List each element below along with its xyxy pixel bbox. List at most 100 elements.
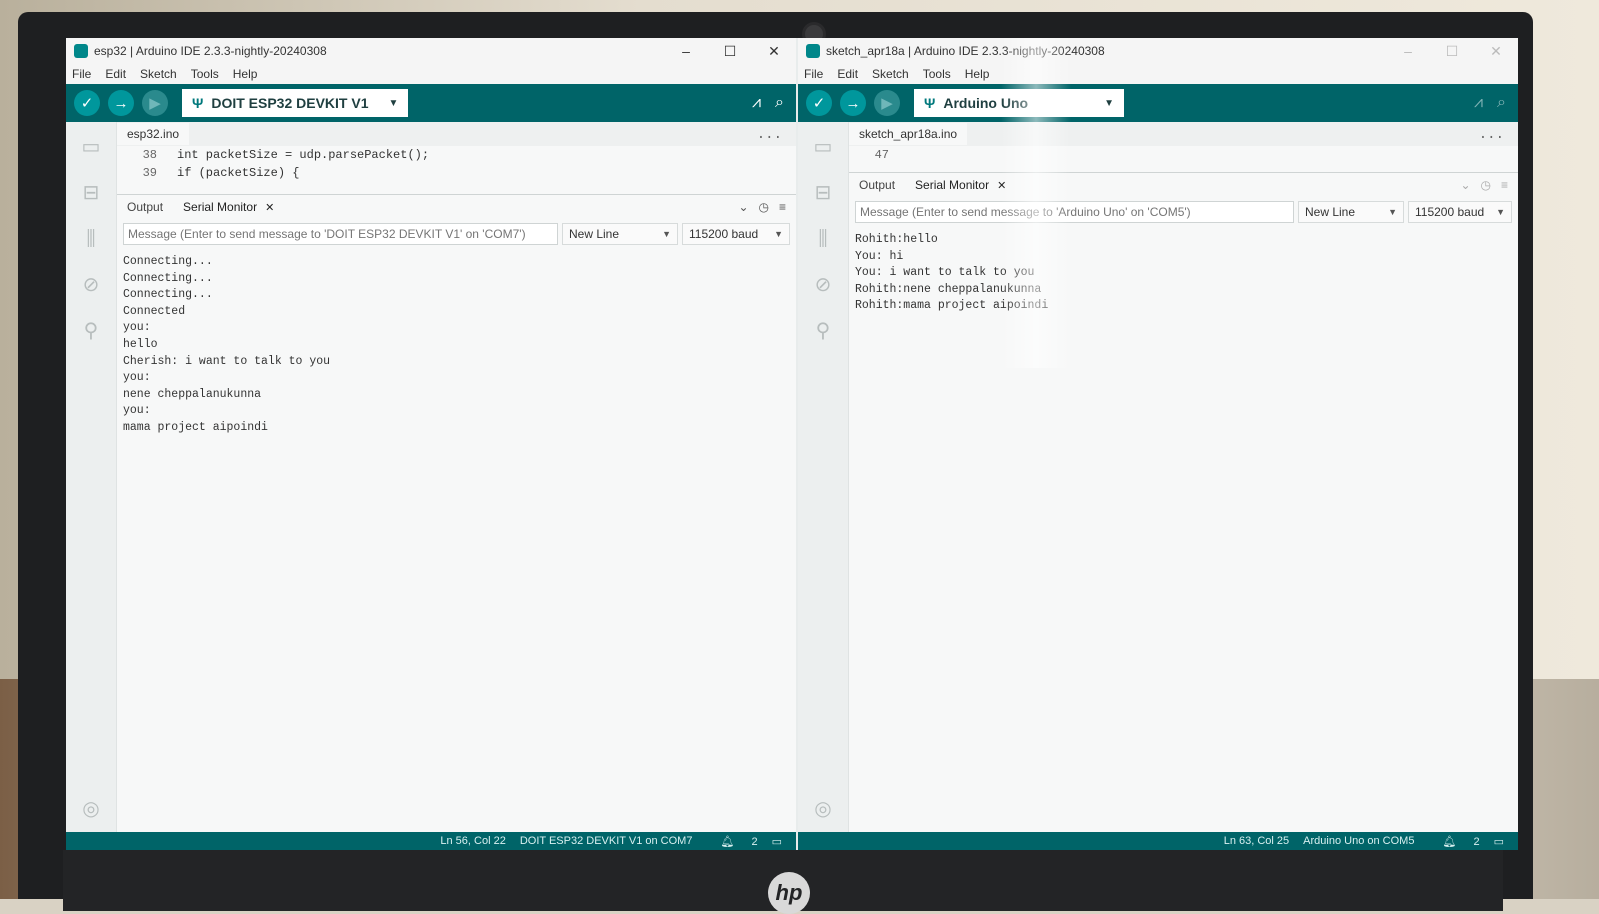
upload-button[interactable]: → — [840, 90, 866, 116]
line-ending-select[interactable]: New Line ▼ — [562, 223, 678, 245]
menu-help[interactable]: Help — [965, 67, 990, 81]
hp-logo: hp — [768, 872, 810, 914]
upload-button[interactable]: → — [108, 90, 134, 116]
menu-sketch[interactable]: Sketch — [872, 67, 909, 81]
line-ending-select[interactable]: New Line ▼ — [1298, 201, 1404, 223]
serial-plotter-icon[interactable]: ⩘ — [752, 94, 761, 112]
serial-line: Rohith:mama project aipoindi — [855, 299, 1049, 313]
timestamp-icon[interactable]: ◷ — [1481, 178, 1491, 192]
search-icon[interactable]: ⚲ — [810, 318, 836, 344]
chevron-down-icon: ▼ — [662, 229, 671, 239]
menu-sketch[interactable]: Sketch — [140, 67, 177, 81]
baud-rate-value: 115200 baud — [1415, 205, 1485, 219]
tab-output[interactable]: Output — [117, 200, 173, 214]
line-ending-value: New Line — [1305, 205, 1356, 219]
minimize-button[interactable]: – — [664, 43, 708, 60]
status-bar: Ln 63, Col 25 Arduino Uno on COM5 🔔︎ 2 ▭ — [798, 832, 1518, 850]
timestamp-icon[interactable]: ◷ — [759, 200, 769, 214]
file-tab[interactable]: sketch_apr18a.ino — [849, 123, 968, 145]
folder-icon[interactable]: ▭ — [78, 134, 104, 160]
baud-rate-select[interactable]: 115200 baud ▼ — [1408, 201, 1512, 223]
menu-bar: File Edit Sketch Tools Help — [798, 64, 1518, 84]
menu-edit[interactable]: Edit — [105, 67, 126, 81]
activity-sidebar: ▭ ⊟ ⫼ ⊘ ⚲ ◎ — [66, 122, 117, 832]
search-icon[interactable]: ⚲ — [78, 318, 104, 344]
board-port-status[interactable]: DOIT ESP32 DEVKIT V1 on COM7 — [520, 835, 693, 847]
serial-monitor-icon[interactable]: ⌕ — [775, 94, 784, 112]
cursor-position[interactable]: Ln 56, Col 22 — [440, 835, 505, 847]
notification-count-value: 2 — [751, 835, 758, 848]
code-editor[interactable]: ··· 47 — [849, 130, 1518, 173]
menu-tools[interactable]: Tools — [191, 67, 219, 81]
baud-rate-select[interactable]: 115200 baud ▼ — [682, 223, 790, 245]
serial-monitor-icon[interactable]: ⌕ — [1497, 94, 1506, 112]
file-tab[interactable]: esp32.ino — [117, 123, 190, 145]
menu-help[interactable]: Help — [233, 67, 258, 81]
minimize-button[interactable]: – — [1386, 43, 1430, 60]
account-icon[interactable]: ◎ — [78, 796, 104, 822]
toolbar: ✓ → ▶ Ψ Arduino Uno ▼ ⩘ ⌕ — [798, 84, 1518, 122]
cursor-position[interactable]: Ln 63, Col 25 — [1224, 835, 1289, 847]
board-selector[interactable]: Ψ Arduino Uno ▼ — [914, 89, 1124, 117]
debug-ban-icon[interactable]: ⊘ — [810, 272, 836, 298]
notification-count[interactable]: 🔔︎ 2 — [706, 835, 757, 848]
bell-icon: 🔔︎ — [1442, 835, 1457, 848]
message-input[interactable] — [855, 201, 1294, 223]
clear-output-icon[interactable]: ≡ — [1501, 178, 1508, 192]
maximize-button[interactable]: ☐ — [1430, 43, 1474, 60]
debug-button[interactable]: ▶ — [874, 90, 900, 116]
more-options-icon[interactable]: ··· — [757, 130, 782, 146]
serial-line: you: — [123, 371, 151, 385]
board-port-status[interactable]: Arduino Uno on COM5 — [1303, 835, 1414, 847]
code-text: int packetSize = udp.parsePacket(); — [177, 148, 430, 162]
message-input[interactable] — [123, 223, 558, 245]
more-options-icon[interactable]: ··· — [1479, 130, 1504, 146]
panel-tabs: Output Serial Monitor ✕ ⌄ ◷ ≡ — [117, 195, 796, 219]
boards-manager-icon[interactable]: ⊟ — [810, 180, 836, 206]
notification-count[interactable]: 🔔︎ 2 — [1428, 835, 1479, 848]
debug-button[interactable]: ▶ — [142, 90, 168, 116]
tab-serial-monitor-label: Serial Monitor — [915, 178, 990, 192]
serial-line: you: — [123, 404, 151, 418]
tab-serial-monitor[interactable]: Serial Monitor ✕ — [173, 200, 284, 214]
ide-body: ▭ ⊟ ⫼ ⊘ ⚲ ◎ esp32.ino ··· 38 int packetS… — [66, 122, 796, 832]
arduino-window-esp32: esp32 | Arduino IDE 2.3.3-nightly-202403… — [66, 38, 796, 850]
boards-manager-icon[interactable]: ⊟ — [78, 180, 104, 206]
autoscroll-icon[interactable]: ⌄ — [738, 200, 748, 214]
serial-line: Rohith:hello — [855, 233, 938, 246]
tab-serial-monitor[interactable]: Serial Monitor ✕ — [905, 178, 1016, 192]
menu-edit[interactable]: Edit — [837, 67, 858, 81]
editor-main: sketch_apr18a.ino ··· 47 Output Serial M… — [849, 122, 1518, 832]
clear-output-icon[interactable]: ≡ — [779, 200, 786, 214]
code-text: if (packetSize) { — [177, 166, 300, 180]
serial-line: nene cheppalanukunna — [123, 387, 262, 401]
checkmark-icon: ✓ — [812, 95, 826, 112]
account-icon[interactable]: ◎ — [810, 796, 836, 822]
code-editor[interactable]: ··· 38 int packetSize = udp.parsePacket(… — [117, 130, 796, 195]
verify-button[interactable]: ✓ — [74, 90, 100, 116]
library-icon[interactable]: ⫼ — [810, 226, 836, 252]
debug-ban-icon[interactable]: ⊘ — [78, 272, 104, 298]
menu-file[interactable]: File — [72, 67, 91, 81]
panel-toggle-icon[interactable]: ▭ — [772, 835, 782, 848]
autoscroll-icon[interactable]: ⌄ — [1460, 178, 1470, 192]
close-icon[interactable]: ✕ — [265, 202, 274, 214]
tab-output[interactable]: Output — [849, 178, 905, 192]
chevron-down-icon: ▼ — [774, 229, 783, 239]
library-icon[interactable]: ⫼ — [78, 226, 104, 252]
close-button[interactable]: ✕ — [752, 43, 796, 60]
serial-plotter-icon[interactable]: ⩘ — [1474, 94, 1483, 112]
menu-tools[interactable]: Tools — [923, 67, 951, 81]
maximize-button[interactable]: ☐ — [708, 43, 752, 60]
checkmark-icon: ✓ — [80, 95, 94, 112]
close-icon[interactable]: ✕ — [997, 180, 1006, 192]
toolbar: ✓ → ▶ Ψ DOIT ESP32 DEVKIT V1 ▼ ⩘ ⌕ — [66, 84, 796, 122]
panel-toggle-icon[interactable]: ▭ — [1494, 835, 1504, 848]
folder-icon[interactable]: ▭ — [810, 134, 836, 160]
verify-button[interactable]: ✓ — [806, 90, 832, 116]
serial-line: You: i want to talk to you — [855, 266, 1035, 280]
close-button[interactable]: ✕ — [1474, 43, 1518, 60]
serial-line: Connecting... — [123, 271, 213, 285]
board-selector[interactable]: Ψ DOIT ESP32 DEVKIT V1 ▼ — [182, 89, 409, 117]
menu-file[interactable]: File — [804, 67, 823, 81]
